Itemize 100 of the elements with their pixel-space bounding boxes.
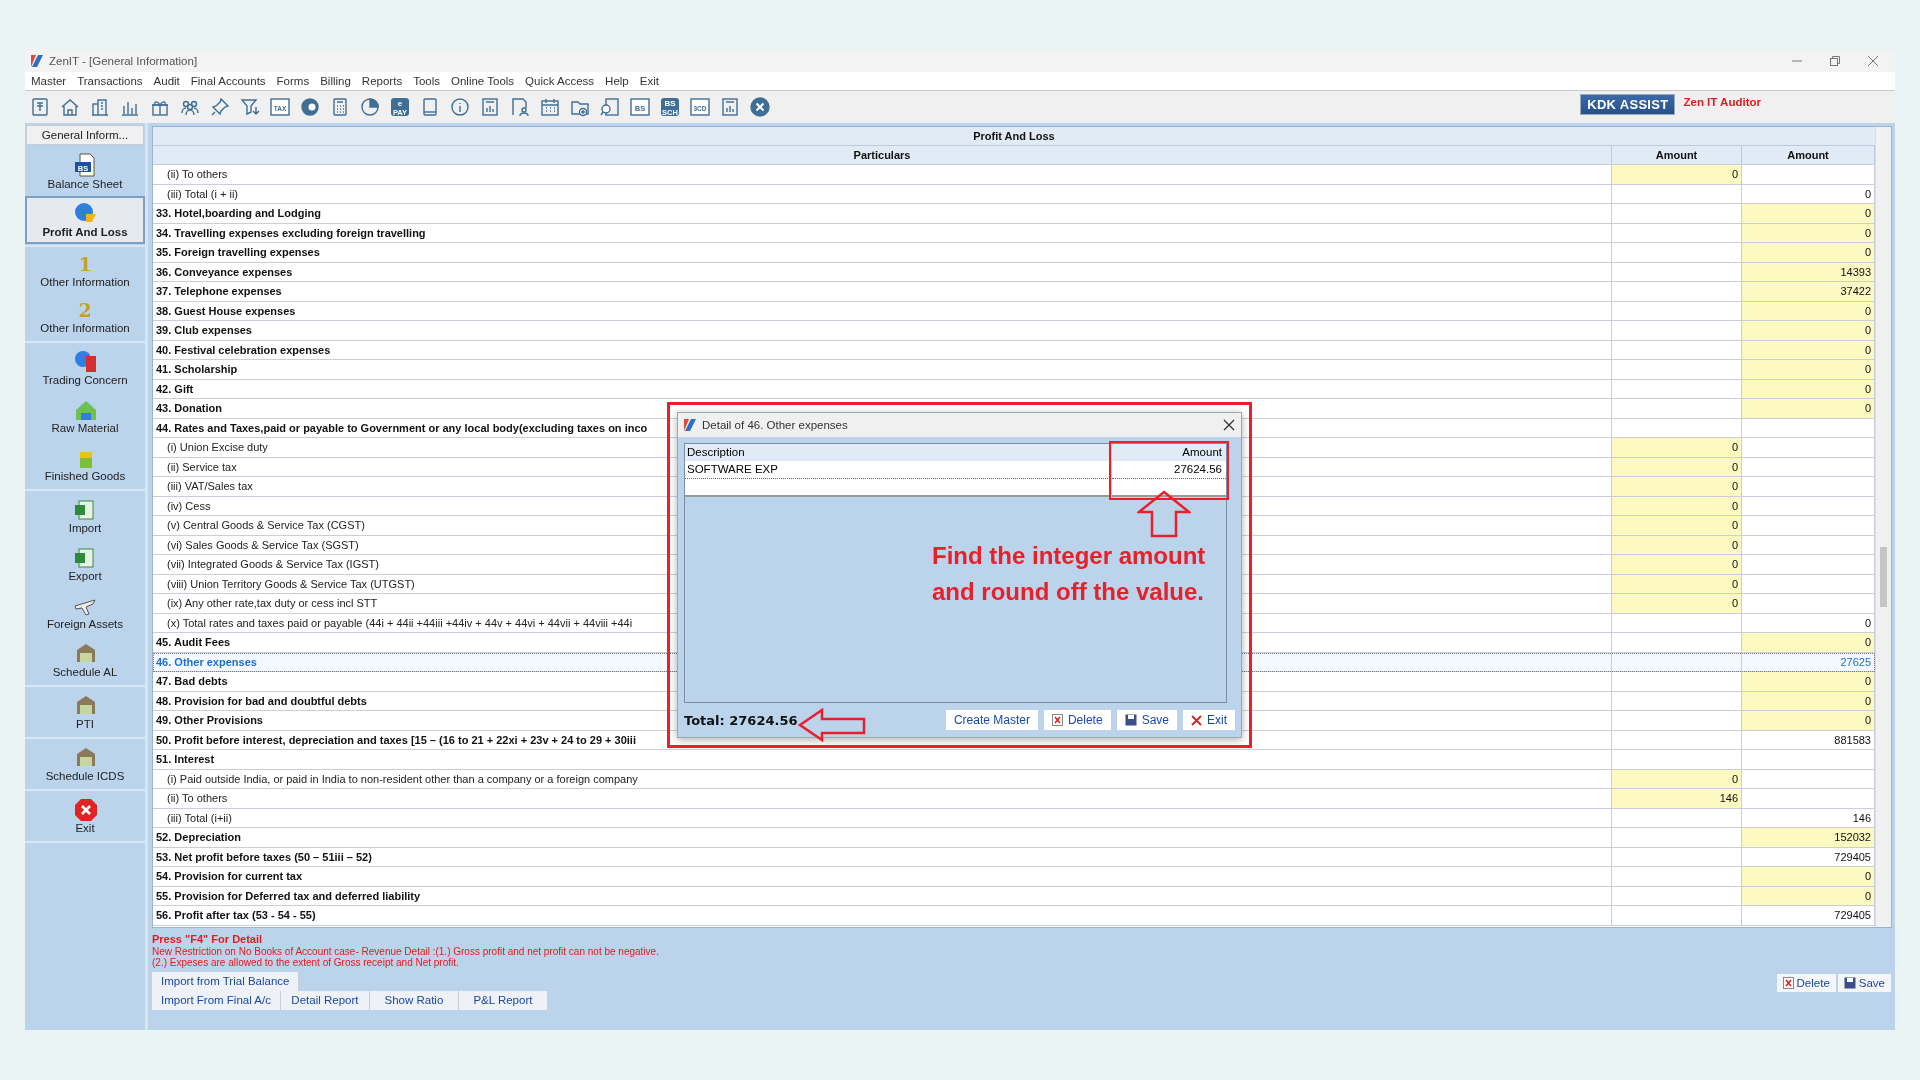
pin-icon[interactable] xyxy=(209,96,231,118)
new-row-field[interactable] xyxy=(685,478,1110,497)
bottom-tab[interactable]: Show Ratio xyxy=(369,990,459,1010)
sidebar-item[interactable]: Export xyxy=(25,540,145,588)
table-row[interactable]: (ii) To others 146 xyxy=(153,789,1875,809)
sidebar-item[interactable]: Profit And Loss xyxy=(25,196,145,244)
create-master-button[interactable]: Create Master xyxy=(945,710,1038,730)
building-icon[interactable] xyxy=(89,96,111,118)
table-row[interactable]: 56. Profit after tax (53 - 54 - 55) 729405 xyxy=(153,906,1875,926)
table-row[interactable]: (iii) Total (i + ii) 0 xyxy=(153,184,1875,204)
amount-field[interactable]: 0 xyxy=(1612,555,1742,574)
table-row[interactable]: 42. Gift 0 xyxy=(153,379,1875,399)
menu-item[interactable]: Exit xyxy=(639,75,659,87)
book-icon[interactable] xyxy=(29,96,51,118)
amount-field[interactable]: 0 xyxy=(1612,477,1742,496)
amount-field[interactable]: 0 xyxy=(1742,360,1875,379)
menu-item[interactable]: Online Tools xyxy=(451,75,515,87)
menu-item[interactable]: Audit xyxy=(153,75,180,87)
amount-field[interactable]: 152032 xyxy=(1742,828,1875,847)
table-row[interactable]: 35. Foreign travelling expenses 0 xyxy=(153,243,1875,263)
amount-field[interactable]: 0 xyxy=(1742,867,1875,886)
table-row[interactable]: 53. Net profit before taxes (50 – 51iii – 52) 729405 xyxy=(153,847,1875,867)
user-doc-icon[interactable] xyxy=(509,96,531,118)
disc-icon[interactable] xyxy=(299,96,321,118)
menu-item[interactable]: Reports xyxy=(361,75,403,87)
pie-icon[interactable] xyxy=(359,96,381,118)
table-row[interactable]: 39. Club expenses 0 xyxy=(153,321,1875,341)
sidebar-item[interactable]: Trading Concern xyxy=(25,344,145,392)
report-icon[interactable] xyxy=(719,96,741,118)
table-row[interactable]: 41. Scholarship 0 xyxy=(153,360,1875,380)
description-cell[interactable]: SOFTWARE EXP xyxy=(685,461,1110,478)
save-button[interactable]: Save xyxy=(1837,973,1891,992)
amount-field[interactable]: 0 xyxy=(1612,516,1742,535)
search-doc-icon[interactable] xyxy=(599,96,621,118)
sidebar-item[interactable]: 1 Other Information xyxy=(25,248,145,294)
sidebar-item[interactable]: PTI xyxy=(25,688,145,736)
sidebar-item[interactable]: 2 Other Information xyxy=(25,294,145,340)
info-icon[interactable] xyxy=(449,96,471,118)
new-amount-field[interactable] xyxy=(1112,478,1226,497)
amount-field[interactable]: 146 xyxy=(1612,789,1742,808)
close-icon[interactable] xyxy=(1223,419,1235,431)
table-row[interactable]: 38. Guest House expenses 0 xyxy=(153,301,1875,321)
table-row[interactable]: (i) Paid outside India, or paid in India to non-resident other than a company or a foreign company 0 xyxy=(153,769,1875,789)
save-button[interactable]: Save xyxy=(1116,710,1177,730)
exit-button[interactable]: Exit xyxy=(1183,710,1235,730)
amount-field[interactable]: 0 xyxy=(1742,243,1875,262)
amount-field[interactable]: 0 xyxy=(1742,204,1875,223)
table-row[interactable]: 54. Provision for current tax 0 xyxy=(153,867,1875,887)
bottom-tab[interactable]: P&L Report xyxy=(458,990,548,1010)
sidebar-item[interactable]: Schedule ICDS xyxy=(25,740,145,788)
sidebar-item[interactable]: Finished Goods xyxy=(25,440,145,488)
amount-field[interactable]: 37422 xyxy=(1742,282,1875,301)
menu-item[interactable]: Quick Access xyxy=(525,75,595,87)
sidebar-item[interactable]: Foreign Assets xyxy=(25,588,145,636)
amount-field[interactable]: 0 xyxy=(1612,165,1742,184)
amount-field[interactable]: 0 xyxy=(1742,633,1875,652)
menu-item[interactable]: Transactions xyxy=(77,75,143,87)
home-icon[interactable] xyxy=(59,96,81,118)
particulars-text: (ix) Any other rate,tax duty or cess incl STT xyxy=(167,597,378,610)
sidebar-item[interactable]: Schedule AL xyxy=(25,636,145,684)
calendar-icon[interactable] xyxy=(539,96,561,118)
amount-field[interactable]: 0 xyxy=(1742,321,1875,340)
table-row[interactable]: (iii) Total (i+ii) 146 xyxy=(153,808,1875,828)
bottom-tab[interactable]: Detail Report xyxy=(280,990,370,1010)
scrollbar[interactable] xyxy=(1875,127,1891,927)
table-row[interactable]: (ii) To others 0 xyxy=(153,165,1875,185)
menu-item[interactable]: Forms xyxy=(276,75,310,87)
menu-item[interactable]: Help xyxy=(605,75,629,87)
amount-field[interactable]: 0 xyxy=(1742,399,1875,418)
particulars-text: 38. Guest House expenses xyxy=(156,304,296,317)
bottom-tab[interactable]: Import From Final A/c xyxy=(152,990,281,1010)
sidebar-item[interactable]: Exit xyxy=(25,792,145,840)
sidebar-tab[interactable]: General Inform... xyxy=(26,125,144,145)
table-row[interactable]: 51. Interest xyxy=(153,750,1875,770)
report-icon[interactable] xyxy=(479,96,501,118)
menu-item[interactable]: Billing xyxy=(320,75,351,87)
menu-item[interactable]: Master xyxy=(31,75,67,87)
amount-field[interactable]: 0 xyxy=(1612,594,1742,613)
filter-icon[interactable] xyxy=(239,96,261,118)
table-row[interactable]: 37. Telephone expenses 37422 xyxy=(153,282,1875,302)
delete-button[interactable]: Delete xyxy=(1776,973,1836,992)
amount-cell[interactable]: 27624.56 xyxy=(1112,461,1226,478)
menu-item[interactable]: Final Accounts xyxy=(190,75,266,87)
sidebar-item[interactable]: Import xyxy=(25,492,145,540)
bottom-tab[interactable]: Import from Trial Balance xyxy=(152,971,300,991)
assist-button[interactable]: KDK ASSIST xyxy=(1580,93,1676,115)
table-row[interactable]: 36. Conveyance expenses 14393 xyxy=(153,262,1875,282)
sidebar-item[interactable]: Raw Material xyxy=(25,392,145,440)
close-icon[interactable] xyxy=(749,96,771,118)
amount-field[interactable]: 0 xyxy=(1612,438,1742,457)
restore-icon[interactable] xyxy=(1829,55,1841,67)
amount-field[interactable]: 0 xyxy=(1742,711,1875,730)
table-row[interactable]: 33. Hotel,boarding and Lodging 0 xyxy=(153,204,1875,224)
table-row[interactable]: 34. Travelling expenses excluding foreign travelling 0 xyxy=(153,223,1875,243)
table-row[interactable]: 52. Depreciation 152032 xyxy=(153,828,1875,848)
table-row[interactable]: 40. Festival celebration expenses 0 xyxy=(153,340,1875,360)
amount-field[interactable]: 0 xyxy=(1742,672,1875,691)
menu-item[interactable]: Tools xyxy=(413,75,440,87)
table-row[interactable]: 55. Provision for Deferred tax and deferred liability 0 xyxy=(153,886,1875,906)
delete-button[interactable]: Delete xyxy=(1043,710,1111,730)
